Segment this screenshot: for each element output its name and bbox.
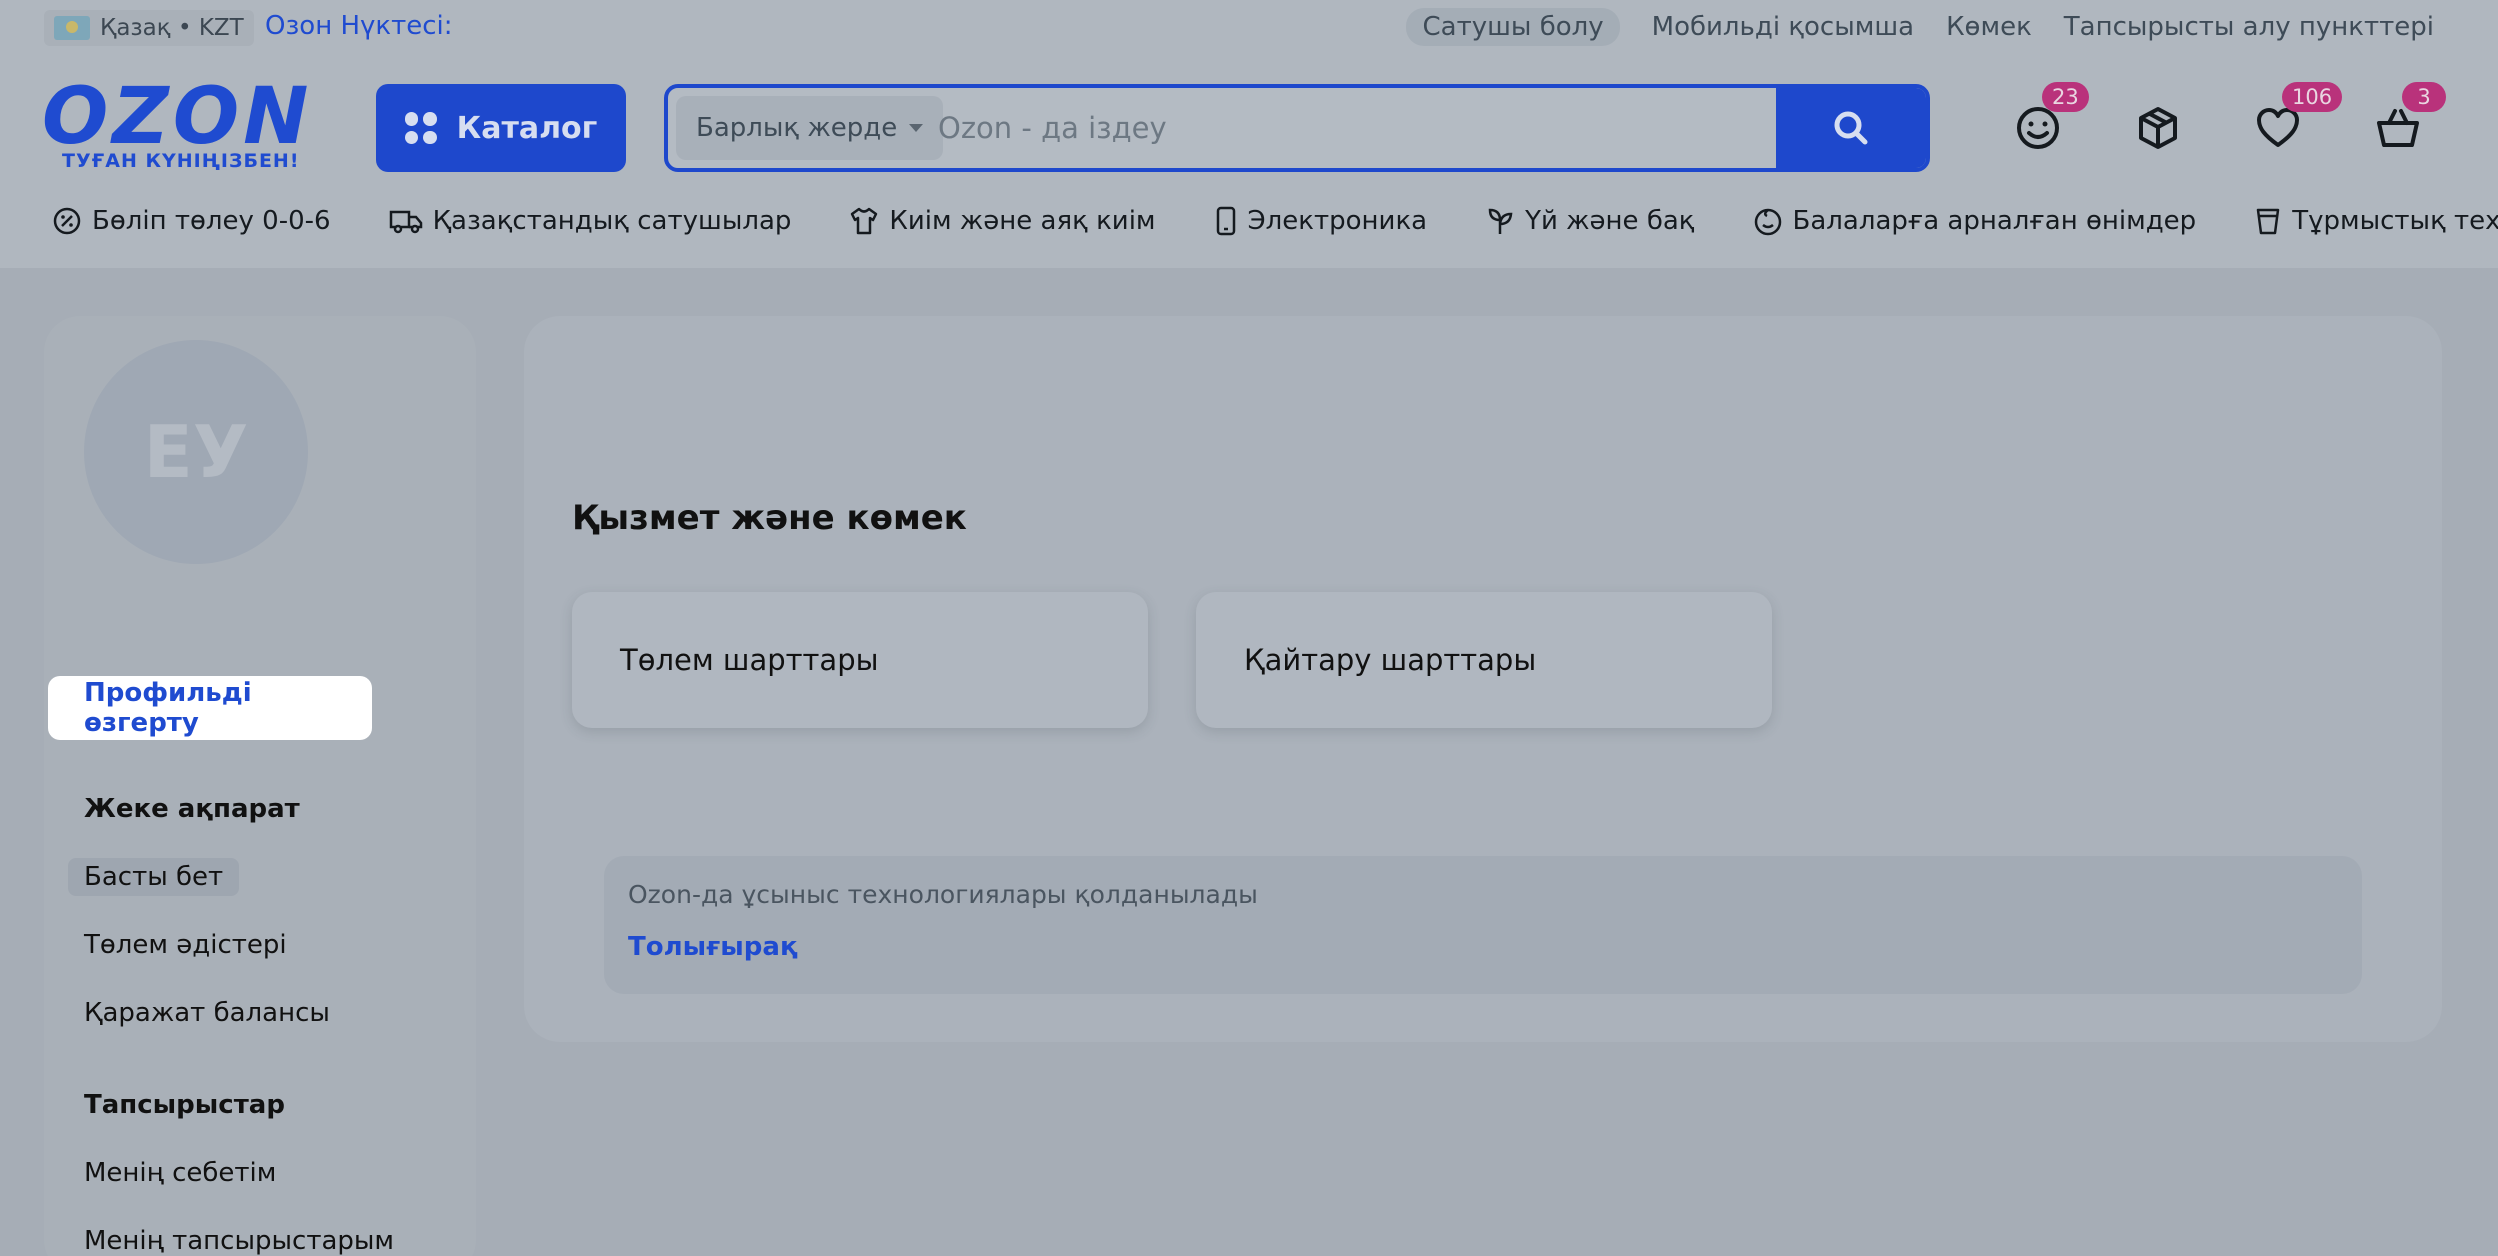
section-personal-heading: Жеке ақпарат <box>84 794 300 824</box>
header: Қазақ • KZT Озон Нүктесі: Сатушы болу Мо… <box>0 0 2498 268</box>
favorites-button[interactable]: 106 <box>2248 82 2343 158</box>
sidebar-item-cart[interactable]: Менің себетім <box>84 1158 276 1188</box>
recommendation-notice: Ozon-да ұсыныс технологиялары қолданылад… <box>604 856 2362 994</box>
appliance-icon <box>2256 208 2280 235</box>
category-label: Балаларға арналған өнімдер <box>1792 206 2197 236</box>
tshirt-icon <box>851 207 878 235</box>
search-input[interactable] <box>938 98 1638 158</box>
chevron-down-icon <box>909 124 924 132</box>
grid-icon <box>404 112 437 144</box>
truck-icon <box>389 210 422 234</box>
catalog-label: Каталог <box>456 110 598 146</box>
search-button[interactable] <box>1776 88 1926 168</box>
category-kids[interactable]: Балаларға арналған өнімдер <box>1753 206 2197 236</box>
sidebar-item-home[interactable]: Басты бет <box>68 858 240 896</box>
catalog-button[interactable]: Каталог <box>376 84 626 172</box>
phone-icon <box>1216 206 1235 236</box>
category-installment[interactable]: Бөліп төлеу 0-0-6 <box>52 206 331 236</box>
orders-button[interactable] <box>2128 98 2188 158</box>
baby-icon <box>1754 208 1781 236</box>
category-label: Қазақстандық сатушылар <box>432 206 792 236</box>
category-label: Электроника <box>1247 206 1428 236</box>
logo-text: OZON <box>42 72 313 162</box>
avatar[interactable]: ЕУ <box>84 340 308 564</box>
language-selector[interactable]: Қазақ • KZT <box>44 10 254 46</box>
sidebar-item-my-orders[interactable]: Менің тапсырыстарым <box>84 1226 394 1256</box>
category-clothing[interactable]: Киім және аяқ киім <box>849 206 1156 236</box>
pickup-points-link[interactable]: Тапсырысты алу пункттері <box>2064 8 2434 46</box>
profile-sidebar: ЕУ Профильді өзгерту Жеке ақпарат Басты … <box>44 316 476 1256</box>
ozon-point-link[interactable]: Озон Нүктесі: <box>265 11 453 41</box>
sidebar-item-payment-methods[interactable]: Төлем әдістері <box>84 930 287 960</box>
cart-button[interactable]: 3 <box>2368 82 2446 158</box>
mobile-app-link[interactable]: Мобильді қосымша <box>1652 8 1914 46</box>
edit-profile-button[interactable]: Профильді өзгерту <box>48 676 372 740</box>
percent-icon <box>53 207 81 235</box>
profile-button[interactable]: 23 <box>2008 82 2089 158</box>
top-bar: Қазақ • KZT Озон Нүктесі: Сатушы болу Мо… <box>0 0 2498 56</box>
section-orders-heading: Тапсырыстар <box>84 1090 285 1120</box>
category-label: Тұрмыстық техника <box>2292 206 2498 236</box>
help-link[interactable]: Көмек <box>1946 8 2032 46</box>
search-icon <box>1834 111 1868 145</box>
page-title: Қызмет және көмек <box>572 498 967 538</box>
category-label: Үй және бақ <box>1525 206 1695 236</box>
category-electronics[interactable]: Электроника <box>1214 206 1428 236</box>
search-bar: Барлық жерде <box>664 84 1930 172</box>
language-label: Қазақ • KZT <box>100 15 244 41</box>
payment-terms-card[interactable]: Төлем шарттары <box>572 592 1148 728</box>
sidebar-item-balance[interactable]: Қаражат балансы <box>84 998 330 1028</box>
category-label: Киім және аяқ киім <box>889 206 1156 236</box>
become-seller-link[interactable]: Сатушы болу <box>1406 8 1620 46</box>
favorites-badge: 106 <box>2282 82 2343 112</box>
logo-tagline: ТУҒАН КҮНІҢІЗБЕН! <box>62 150 300 172</box>
category-home-garden[interactable]: Үй және бақ <box>1485 206 1695 236</box>
profile-badge: 23 <box>2042 82 2089 112</box>
search-scope-dropdown[interactable]: Барлық жерде <box>676 96 944 160</box>
top-links: Сатушы болу Мобильді қосымша Көмек Тапсы… <box>1406 8 2434 46</box>
ozon-logo[interactable]: OZON ТУҒАН КҮНІҢІЗБЕН! <box>42 72 313 172</box>
learn-more-link[interactable]: Толығырақ <box>628 932 798 962</box>
cart-badge: 3 <box>2402 82 2446 112</box>
notice-text: Ozon-да ұсыныс технологиялары қолданылад… <box>628 880 1258 909</box>
main-panel: Қызмет және көмек Төлем шарттары Қайтару… <box>524 316 2442 1042</box>
search-scope-label: Барлық жерде <box>696 113 898 143</box>
category-label: Бөліп төлеу 0-0-6 <box>92 206 331 236</box>
return-terms-card[interactable]: Қайтару шарттары <box>1196 592 1772 728</box>
box-icon <box>2139 107 2177 149</box>
sprout-icon <box>1488 208 1513 234</box>
category-nav: Бөліп төлеу 0-0-6 Қазақстандық сатушылар… <box>52 206 2498 236</box>
category-appliances[interactable]: Тұрмыстық техника <box>2254 206 2498 236</box>
category-kz-sellers[interactable]: Қазақстандық сатушылар <box>389 206 792 236</box>
kazakhstan-flag-icon <box>54 16 90 40</box>
